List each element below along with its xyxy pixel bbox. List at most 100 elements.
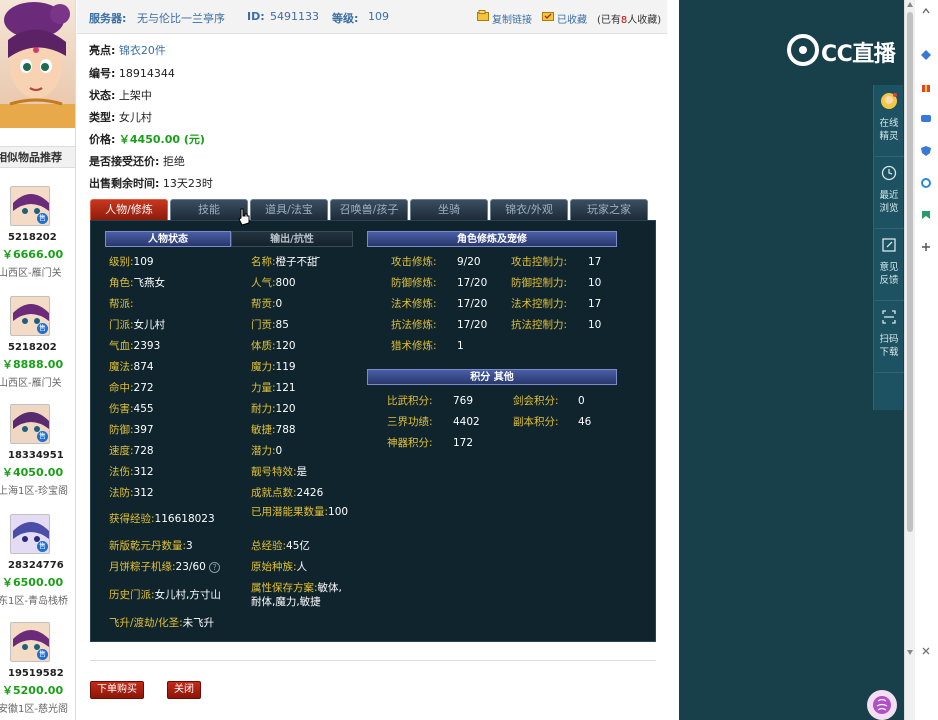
chat-icon[interactable] [921, 114, 931, 124]
toolbar-label: 意见反馈 [879, 262, 899, 286]
output-resist-header[interactable]: 输出/抗性 [231, 231, 353, 247]
similar-item-server: 山西区-雁门关 [0, 378, 62, 389]
gift-icon[interactable] [921, 82, 931, 92]
scroll-down-icon[interactable] [907, 650, 913, 655]
control-defense-value: 10 [588, 277, 602, 289]
copy-link-icon[interactable] [477, 10, 489, 21]
highlight-value[interactable]: 锦衣20件 [119, 44, 166, 57]
avatar-icon [881, 93, 897, 109]
bookmark-icon[interactable] [921, 210, 931, 220]
highlight-label: 亮点: [89, 44, 116, 57]
tab-summons-children[interactable]: 召唤兽/孩子 [330, 199, 408, 220]
similar-item-2[interactable]: 售 5218202 ￥8888.00 山西区-雁门关 [0, 296, 75, 406]
stat-level: 级别:109 [109, 256, 154, 268]
stat-school-contribution: 门贡:85 [251, 319, 289, 331]
control-magic: 法术控制力: [511, 298, 568, 310]
points-merit: 三界功绩: [387, 416, 433, 428]
stat-magic-damage: 法伤:312 [109, 466, 154, 478]
counteroffer-value: 拒绝 [162, 155, 185, 168]
similar-item-id: 28324776 [8, 560, 64, 571]
stat-magic-defense: 法防:312 [109, 487, 154, 499]
similar-item-thumbnail[interactable]: 售 [10, 296, 50, 336]
toolbar-recent-browse[interactable]: 最近浏览 [874, 157, 904, 229]
edit-icon [882, 238, 896, 252]
similar-item-thumbnail[interactable]: 售 [10, 186, 50, 226]
tab-mounts[interactable]: 坐骑 [410, 199, 488, 220]
character-status-header[interactable]: 人物状态 [105, 231, 231, 247]
stat-endurance: 耐力:120 [251, 403, 296, 415]
shield-icon[interactable] [921, 146, 931, 156]
diamond-icon[interactable] [921, 50, 931, 60]
cultivation-resist: 抗法修炼: [391, 319, 437, 331]
character-portrait-art [0, 2, 75, 128]
price-row: 价格: ￥4450.00 (元) [89, 131, 205, 147]
close-button[interactable]: 关闭 [167, 681, 201, 699]
toolbar-online-sprite[interactable]: 在线精灵 [874, 85, 904, 157]
toolbar-feedback[interactable]: 意见反馈 [874, 229, 904, 301]
points-sword-value: 0 [578, 395, 585, 407]
buy-now-button[interactable]: 下单购买 [90, 681, 144, 699]
brain-icon [873, 696, 891, 714]
close-icon[interactable] [921, 646, 931, 656]
id-label: ID: [247, 10, 265, 23]
cultivation-hunting: 猎术修炼: [391, 340, 437, 352]
similar-item-price: ￥6666.00 [2, 248, 64, 261]
points-dungeon-value: 46 [578, 416, 592, 428]
scroll-thumb[interactable] [907, 12, 913, 532]
similar-item-thumbnail[interactable]: 售 [10, 514, 50, 554]
similar-item-thumbnail[interactable]: 售 [10, 622, 50, 662]
type-label: 类型: [89, 111, 116, 124]
scroll-up-icon[interactable] [907, 2, 913, 7]
similar-item-5[interactable]: 售 19519582 ￥5200.00 安徽1区-慈光阁 [0, 622, 75, 720]
refresh-icon[interactable] [921, 178, 931, 188]
serial-row: 编号: 18914344 [89, 65, 175, 81]
toolbar-scan-download[interactable]: 扫码下载 [874, 301, 904, 373]
serial-value: 18914344 [118, 67, 175, 80]
similar-item-price: ￥8888.00 [2, 358, 64, 371]
similar-item-3[interactable]: 售 18334951 ￥4050.00 上海1区-珍宝阁 [0, 404, 75, 514]
server-value: 无与伦比一兰亭序 [137, 12, 225, 25]
stat-role: 角色:飞燕女 [109, 277, 166, 289]
cultivation-defense: 防御修炼: [391, 277, 437, 289]
stat-total-experience: 总经验:45亿 [251, 540, 310, 552]
character-stats-panel: 人物状态 输出/抗性 角色修炼及宠修 级别:109 角色:飞燕女 帮派: 门派:… [90, 220, 656, 642]
cultivation-magic-value: 17/20 [457, 298, 488, 310]
divider [90, 660, 656, 661]
tab-outfits-appearance[interactable]: 锦衣/外观 [490, 199, 568, 220]
stat-vanity-effect: 靓号特效:是 [251, 466, 308, 478]
tab-character-cultivation[interactable]: 人物/修炼 [90, 199, 168, 220]
tab-items-treasures[interactable]: 道具/法宝 [250, 199, 328, 220]
stat-potential: 潜力:0 [251, 445, 283, 457]
cultivation-magic: 法术修炼: [391, 298, 437, 310]
page-scrollbar[interactable] [904, 0, 915, 720]
hand-cursor-icon [238, 208, 250, 226]
copy-link-button[interactable]: 复制链接 [492, 11, 532, 26]
assistant-button[interactable] [867, 690, 897, 720]
price-value: ￥4450.00 (元) [118, 133, 205, 146]
favorited-button[interactable]: 已收藏 [557, 11, 587, 26]
chevron-up-icon[interactable] [921, 6, 931, 16]
toolbar-label: 最近浏览 [879, 190, 899, 214]
similar-item-1[interactable]: 售 5218202 ￥6666.00 山西区-雁门关 [0, 186, 75, 296]
similar-item-4[interactable]: 售 28324776 ￥6500.00 东1区-青岛栈桥 [0, 514, 75, 624]
seller-info-bar: 服务器: 无与伦比一兰亭序 ID: 5491133 等级: 109 复制链接 已… [77, 0, 667, 34]
serial-label: 编号: [89, 67, 116, 80]
help-icon[interactable]: ? [209, 561, 221, 573]
favorite-icon[interactable] [542, 10, 554, 21]
similar-item-server: 安徽1区-慈光阁 [0, 704, 68, 715]
similar-item-thumbnail[interactable]: 售 [10, 404, 50, 444]
plus-icon[interactable] [921, 242, 931, 252]
similar-items-title: 相似物品推荐 [0, 146, 75, 168]
stat-mooncake-chance: 月饼粽子机缘:23/60 ? [109, 560, 221, 574]
stat-experience: 获得经验:116618023 [109, 513, 215, 525]
control-attack-value: 17 [588, 256, 602, 268]
stat-hp: 气血:2393 [109, 340, 161, 352]
tab-player-home[interactable]: 玩家之家 [570, 199, 648, 220]
similar-item-price: ￥4050.00 [2, 466, 64, 479]
stat-popularity: 人气:800 [251, 277, 296, 289]
stat-damage: 伤害:455 [109, 403, 154, 415]
stat-original-race: 原始种族:人 [251, 561, 308, 573]
control-attack: 攻击控制力: [511, 256, 568, 268]
favorite-count: (已有8人收藏) [597, 15, 662, 26]
for-sale-badge: 售 [37, 541, 48, 552]
